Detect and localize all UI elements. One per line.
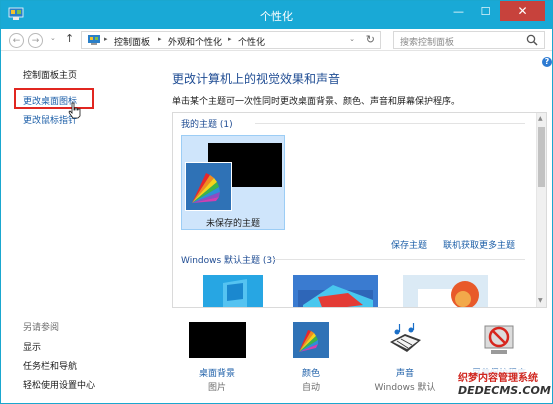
breadcrumb-appearance[interactable]: 外观和个性化 <box>168 35 222 48</box>
my-themes-heading: 我的主题 (1) <box>181 120 233 130</box>
paint-palette-icon <box>185 162 232 211</box>
lines-theme-thumbnail[interactable] <box>293 275 378 308</box>
address-dropdown-icon[interactable]: ⌄ <box>349 35 355 43</box>
scrollbar-thumb[interactable] <box>538 127 545 187</box>
help-icon[interactable]: ? <box>542 57 552 67</box>
watermark-line-2: DEDECMS.COM <box>458 384 551 397</box>
desktop-background-value: 图片 <box>207 383 226 393</box>
address-bar[interactable]: ▸ 控制面板 ▸ 外观和个性化 ▸ 个性化 ⌄ ↻ <box>81 31 381 49</box>
screen-saver-tile[interactable]: 屏幕保护程序 <box>467 322 531 379</box>
forward-button[interactable]: → <box>28 33 43 48</box>
control-panel-icon <box>88 35 100 45</box>
recent-locations-chevron-icon[interactable]: ⌄ <box>50 34 56 42</box>
screen-saver-icon <box>484 325 514 354</box>
refresh-icon[interactable]: ↻ <box>366 33 375 46</box>
desktop-background-label[interactable]: 桌面背景 <box>185 366 249 379</box>
windows-theme-thumbnail[interactable] <box>203 275 263 308</box>
control-panel-home-link[interactable]: 控制面板主页 <box>23 68 77 81</box>
color-label[interactable]: 颜色 <box>279 366 343 379</box>
flowers-theme-thumbnail[interactable] <box>403 275 488 308</box>
breadcrumb-separator-icon: ▸ <box>104 35 108 43</box>
sounds-value: Windows 默认 <box>374 383 436 393</box>
minimize-button[interactable]: — <box>445 1 472 21</box>
personalization-window: 个性化 — ☐ ✕ ← → ⌄ ↑ ▸ 控制面板 ▸ 外观和个性化 ▸ 个性化 … <box>0 0 553 404</box>
maximize-button[interactable]: ☐ <box>472 1 499 21</box>
get-more-themes-link[interactable]: 联机获取更多主题 <box>443 238 515 251</box>
search-box[interactable]: 搜索控制面板 <box>393 31 545 49</box>
color-tile[interactable]: 颜色 自动 <box>279 322 343 393</box>
up-button[interactable]: ↑ <box>65 32 74 45</box>
color-value: 自动 <box>301 383 320 393</box>
close-button[interactable]: ✕ <box>500 1 545 21</box>
display-link[interactable]: 显示 <box>23 340 41 353</box>
taskbar-navigation-link[interactable]: 任务栏和导航 <box>23 359 77 372</box>
color-palette-icon <box>293 322 329 358</box>
save-theme-link[interactable]: 保存主题 <box>391 238 427 251</box>
search-icon[interactable] <box>526 34 538 46</box>
breadcrumb-separator-icon: ▸ <box>158 35 162 43</box>
sounds-tile[interactable]: 声音 Windows 默认 <box>373 322 437 393</box>
breadcrumb-control-panel[interactable]: 控制面板 <box>114 35 150 48</box>
watermark: 织梦内容管理系统 DEDECMS.COM <box>454 369 552 403</box>
breadcrumb-personalization[interactable]: 个性化 <box>238 35 265 48</box>
back-button[interactable]: ← <box>9 33 24 48</box>
default-themes-heading: Windows 默认主题 (3) <box>181 256 276 266</box>
scroll-down-arrow-icon[interactable]: ▼ <box>538 297 543 304</box>
sounds-icon <box>390 323 421 352</box>
watermark-line-1: 织梦内容管理系统 <box>458 373 538 384</box>
see-also-heading: 另请参阅 <box>23 323 60 333</box>
page-title: 更改计算机上的视觉效果和声音 <box>172 72 341 86</box>
desktop-background-preview <box>188 322 246 358</box>
title-bar: 个性化 — ☐ ✕ <box>1 1 552 29</box>
sounds-label[interactable]: 声音 <box>373 366 437 379</box>
page-description: 单击某个主题可一次性同时更改桌面背景、颜色、声音和屏幕保护程序。 <box>172 97 461 107</box>
theme-list[interactable]: 我的主题 (1) 未保存的主题 保存主题 联机获取更多主题 Windows 默认… <box>172 112 547 308</box>
unsaved-theme-tile[interactable]: 未保存的主题 <box>181 135 285 230</box>
ease-of-access-link[interactable]: 轻松使用设置中心 <box>23 378 95 391</box>
divider <box>255 123 525 124</box>
desktop-background-tile[interactable]: 桌面背景 图片 <box>185 322 249 393</box>
breadcrumb-separator-icon: ▸ <box>228 35 232 43</box>
unsaved-theme-label: 未保存的主题 <box>205 219 260 229</box>
hand-cursor-icon <box>68 102 81 119</box>
vertical-scrollbar[interactable]: ▲ ▼ <box>536 113 546 307</box>
navigation-bar: ← → ⌄ ↑ ▸ 控制面板 ▸ 外观和个性化 ▸ 个性化 ⌄ ↻ 搜索控制面板 <box>1 29 552 51</box>
divider <box>273 259 525 260</box>
scroll-up-arrow-icon[interactable]: ▲ <box>538 115 543 122</box>
search-input[interactable]: 搜索控制面板 <box>400 35 454 48</box>
